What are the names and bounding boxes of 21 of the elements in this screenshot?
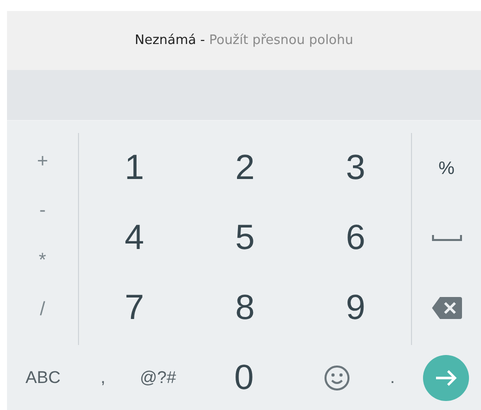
digit-key[interactable]: 8 [227,288,263,328]
symbol-key[interactable]: , [96,364,110,392]
enter-key[interactable] [423,354,469,400]
digit-key[interactable]: 7 [116,288,152,328]
space-bar-icon [432,234,462,242]
symbol-key[interactable]: ABC [22,364,64,392]
digit-key[interactable]: 2 [227,148,263,188]
digit-key[interactable]: 9 [338,288,374,328]
arrow-right-icon [435,370,457,386]
digit-key[interactable]: 1 [116,148,152,188]
digit-key[interactable]: 4 [116,218,152,258]
digit-key[interactable]: 6 [338,218,374,258]
digit-key[interactable]: 5 [227,218,263,258]
backspace-icon [430,296,462,320]
smiley-icon [324,364,350,390]
digit-key[interactable]: 3 [338,148,374,188]
symbol-key[interactable]: . [386,364,399,392]
digit-key[interactable]: 0 [230,354,258,402]
symbol-key[interactable]: @?# [136,364,180,392]
location-label: Neznámá - [134,33,205,48]
symbol-key[interactable]: % [434,154,458,182]
